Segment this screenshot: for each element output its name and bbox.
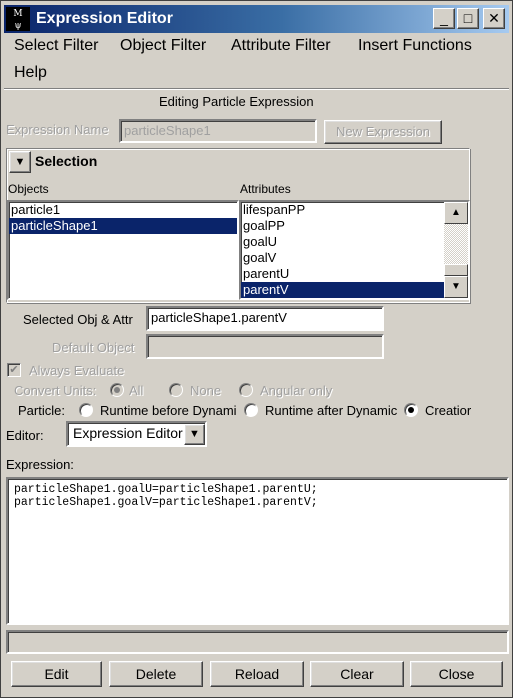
triangle-down-icon: ▼ xyxy=(14,156,26,168)
default-object-label: Default Object xyxy=(52,340,135,355)
list-item[interactable]: lifespanPP xyxy=(241,202,444,218)
convert-units-none-radio[interactable] xyxy=(169,383,183,397)
runtime-before-label: Runtime before Dynami xyxy=(100,403,237,418)
editing-subtitle: Editing Particle Expression xyxy=(159,94,314,109)
expression-editor-window: Mψ Expression Editor _ □ ✕ Select Filter… xyxy=(0,0,513,698)
arrow-up-icon: ▲ xyxy=(451,207,461,218)
edit-button[interactable]: Edit xyxy=(11,661,102,687)
minimize-icon: _ xyxy=(440,10,448,26)
maximize-icon: □ xyxy=(463,10,473,26)
particle-label: Particle: xyxy=(18,403,65,418)
menu-object-filter[interactable]: Object Filter xyxy=(120,37,206,55)
creation-label: Creatior xyxy=(425,403,472,418)
selected-obj-attr-label: Selected Obj & Attr xyxy=(23,312,133,327)
minimize-button[interactable]: _ xyxy=(433,8,455,29)
selected-obj-attr-field[interactable]: particleShape1.parentV xyxy=(146,306,384,331)
expression-line: particleShape1.goalV=particleShape1.pare… xyxy=(14,496,318,509)
convert-units-all-label: All xyxy=(129,383,144,398)
expression-name-field[interactable]: particleShape1 xyxy=(119,119,317,143)
menu-separator xyxy=(4,88,509,90)
new-expression-button[interactable]: New Expression xyxy=(324,120,442,144)
delete-button[interactable]: Delete xyxy=(109,661,203,687)
reload-button[interactable]: Reload xyxy=(210,661,304,687)
runtime-after-radio[interactable] xyxy=(244,403,258,417)
runtime-before-radio[interactable] xyxy=(79,403,93,417)
list-item[interactable]: parentU xyxy=(241,266,444,282)
menu-help[interactable]: Help xyxy=(14,64,47,82)
convert-units-angular-radio[interactable] xyxy=(239,383,253,397)
chevron-down-icon: ▼ xyxy=(189,428,200,440)
expression-name-label: Expression Name xyxy=(6,122,109,137)
selection-title: Selection xyxy=(35,153,98,169)
convert-units-none-label: None xyxy=(190,383,222,398)
radio-selected-dot xyxy=(114,387,120,393)
menu-attribute-filter[interactable]: Attribute Filter xyxy=(231,37,331,55)
convert-units-angular-label: Angular only xyxy=(260,383,333,398)
list-item[interactable]: particle1 xyxy=(9,202,237,218)
always-evaluate-label: Always Evaluate xyxy=(29,363,125,378)
close-button[interactable]: Close xyxy=(410,661,503,687)
scroll-up-button[interactable]: ▲ xyxy=(444,202,468,224)
title-bar[interactable]: Mψ Expression Editor _ □ ✕ xyxy=(4,5,509,33)
scroll-thumb[interactable] xyxy=(444,264,468,276)
objects-label: Objects xyxy=(8,182,49,196)
objects-list[interactable]: particle1 particleShape1 xyxy=(7,200,239,300)
list-item[interactable]: goalV xyxy=(241,250,444,266)
expression-textarea[interactable]: particleShape1.goalU=particleShape1.pare… xyxy=(6,477,509,625)
status-field xyxy=(6,630,509,654)
default-object-field[interactable] xyxy=(146,334,384,359)
always-evaluate-checkbox[interactable]: ✔ xyxy=(7,363,21,377)
convert-units-label: Convert Units: xyxy=(14,383,97,398)
expression-line: particleShape1.goalU=particleShape1.pare… xyxy=(14,483,318,496)
runtime-after-label: Runtime after Dynamic xyxy=(265,403,398,418)
list-item[interactable]: goalU xyxy=(241,234,444,250)
expression-label: Expression: xyxy=(6,457,74,472)
arrow-down-icon: ▼ xyxy=(451,281,461,292)
menu-select-filter[interactable]: Select Filter xyxy=(14,37,98,55)
attributes-scrollbar[interactable]: ▲ ▼ xyxy=(444,202,468,298)
convert-units-all-radio[interactable] xyxy=(110,383,124,397)
scroll-down-button[interactable]: ▼ xyxy=(444,276,468,298)
window-title: Expression Editor xyxy=(36,10,173,27)
radio-selected-dot xyxy=(408,407,414,413)
editor-dropdown-button[interactable]: ▼ xyxy=(184,424,205,445)
creation-radio[interactable] xyxy=(404,403,418,417)
attributes-list[interactable]: lifespanPP goalPP goalU goalV parentU pa… xyxy=(239,200,470,300)
selection-collapse-button[interactable]: ▼ xyxy=(9,151,31,173)
menu-insert-functions[interactable]: Insert Functions xyxy=(358,37,472,55)
editor-label: Editor: xyxy=(6,428,44,443)
clear-button[interactable]: Clear xyxy=(310,661,404,687)
close-window-button[interactable]: ✕ xyxy=(483,8,505,29)
list-item[interactable]: goalPP xyxy=(241,218,444,234)
editor-dropdown-value: Expression Editor xyxy=(73,425,183,441)
maximize-button[interactable]: □ xyxy=(457,8,479,29)
maya-logo-icon: Mψ xyxy=(6,7,30,31)
checkmark-icon: ✔ xyxy=(9,364,19,376)
list-item[interactable]: particleShape1 xyxy=(9,218,237,234)
list-item[interactable]: parentV xyxy=(241,282,444,298)
close-icon: ✕ xyxy=(488,10,500,26)
attributes-label: Attributes xyxy=(240,182,291,196)
